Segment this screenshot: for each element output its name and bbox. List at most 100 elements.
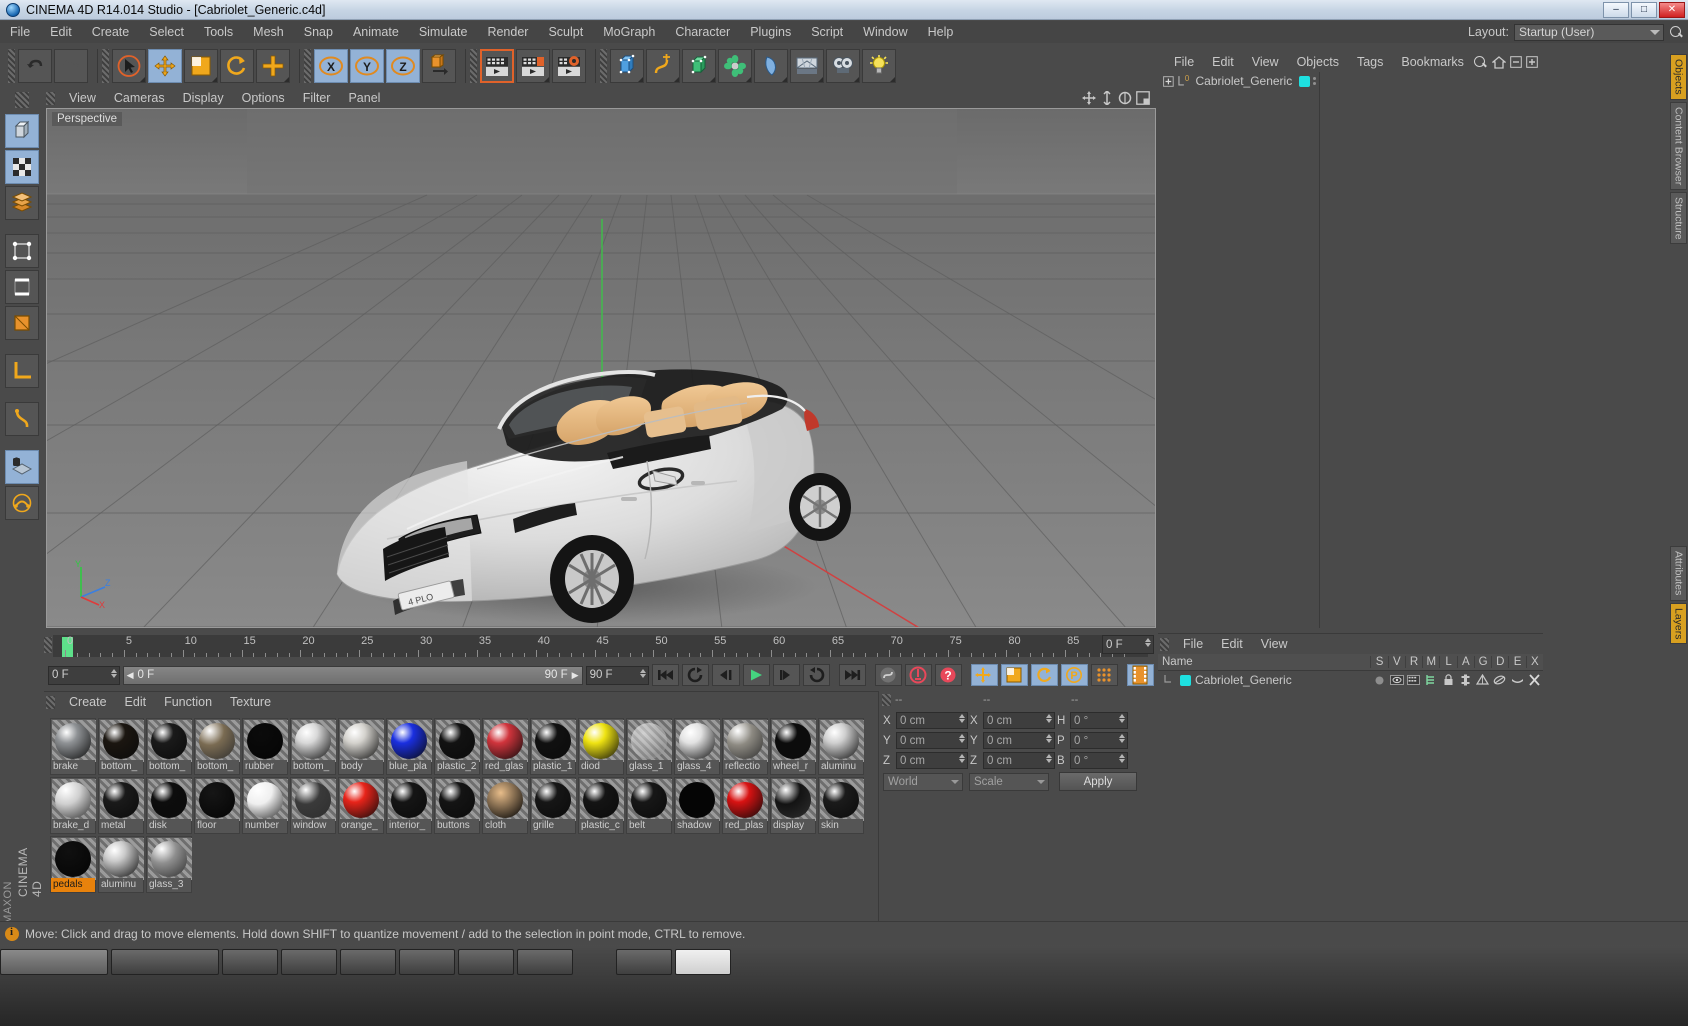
play-button[interactable] <box>742 664 770 686</box>
menu-mesh[interactable]: Mesh <box>243 21 294 43</box>
object-color-swatch[interactable] <box>1180 674 1191 686</box>
stepper-icon[interactable] <box>1046 754 1052 763</box>
menu-window[interactable]: Window <box>853 21 917 43</box>
collapse-icon[interactable] <box>1510 56 1522 68</box>
cell-d-deformer-icon[interactable] <box>1491 674 1508 686</box>
taskbar-item[interactable] <box>675 949 731 975</box>
max-frame-input[interactable]: 90 F <box>585 665 650 685</box>
edges-mode-button[interactable] <box>5 270 39 304</box>
world-object-coordinate-button[interactable] <box>422 48 456 83</box>
coord-pos-x-input[interactable]: 0 cm <box>896 712 968 729</box>
lock-x-axis-button[interactable]: X <box>314 48 348 83</box>
viewport-menu-cameras[interactable]: Cameras <box>105 88 174 108</box>
stepper-icon[interactable] <box>1119 754 1125 763</box>
manager-menu-edit[interactable]: Edit <box>1212 634 1252 654</box>
objects-menu-view[interactable]: View <box>1243 52 1288 72</box>
menu-snap[interactable]: Snap <box>294 21 343 43</box>
cell-s[interactable] <box>1371 676 1388 685</box>
material-menu-edit[interactable]: Edit <box>116 692 156 712</box>
material-swatch[interactable]: buttons <box>434 777 480 834</box>
material-swatch[interactable]: number <box>242 777 288 834</box>
material-swatch[interactable]: rubber <box>242 718 288 775</box>
workplane-button[interactable] <box>5 486 39 520</box>
render-view-button[interactable] <box>480 48 514 83</box>
rotate-tool-button[interactable] <box>220 48 254 83</box>
rotate-view-icon[interactable] <box>1118 91 1132 105</box>
taskbar-item[interactable] <box>111 949 219 975</box>
timeline-frame-field[interactable]: 0 F <box>1102 635 1154 654</box>
objects-menu-objects[interactable]: Objects <box>1288 52 1348 72</box>
stepper-icon[interactable] <box>959 754 965 763</box>
material-swatch[interactable]: bottom_ <box>290 718 336 775</box>
manager-menu-view[interactable]: View <box>1252 634 1297 654</box>
material-swatch[interactable]: window <box>290 777 336 834</box>
material-swatch[interactable]: belt <box>626 777 672 834</box>
material-swatch[interactable]: bottom_ <box>194 718 240 775</box>
material-swatch[interactable]: orange_ <box>338 777 384 834</box>
timeline-grip[interactable] <box>44 637 52 653</box>
stepper-icon[interactable] <box>959 734 965 743</box>
axis-mode-button[interactable] <box>5 354 39 388</box>
add-camera-object-button[interactable] <box>826 48 860 83</box>
menu-tools[interactable]: Tools <box>194 21 243 43</box>
material-swatch[interactable]: plastic_c <box>578 777 624 834</box>
taskbar-item[interactable] <box>340 949 396 975</box>
objects-menu-edit[interactable]: Edit <box>1203 52 1243 72</box>
material-swatch[interactable]: diod <box>578 718 624 775</box>
add-spline-object-button[interactable] <box>646 48 680 83</box>
viewport-menu-display[interactable]: Display <box>174 88 233 108</box>
search-icon[interactable] <box>1473 55 1488 70</box>
apply-button[interactable]: Apply <box>1059 772 1137 791</box>
key-parameter-button[interactable]: P <box>1060 664 1088 686</box>
material-swatch[interactable]: glass_1 <box>626 718 672 775</box>
redo-button[interactable] <box>54 48 88 83</box>
lock-y-axis-button[interactable]: Y <box>350 48 384 83</box>
stepper-icon[interactable] <box>959 714 965 723</box>
toolbar-grip[interactable] <box>102 48 109 83</box>
taskbar-item[interactable] <box>458 949 514 975</box>
material-swatch[interactable]: plastic_2 <box>434 718 480 775</box>
menu-render[interactable]: Render <box>477 21 538 43</box>
keyframe-selection-button[interactable]: ? <box>934 664 962 686</box>
size-mode-dropdown[interactable]: Scale <box>969 772 1049 791</box>
material-swatch[interactable]: interior_ <box>386 777 432 834</box>
material-swatch[interactable]: brake_d <box>50 777 96 834</box>
add-deformer-object-button[interactable] <box>718 48 752 83</box>
key-position-button[interactable] <box>970 664 998 686</box>
manager-menu-file[interactable]: File <box>1174 634 1212 654</box>
expand-icon[interactable] <box>1526 56 1538 68</box>
menu-script[interactable]: Script <box>801 21 853 43</box>
stepper-icon[interactable] <box>640 668 647 678</box>
range-left-arrow-icon[interactable]: ◀ <box>127 670 134 681</box>
record-active-objects-button[interactable] <box>874 664 902 686</box>
vtab-content-browser[interactable]: Content Browser <box>1669 101 1687 190</box>
cell-a-animation-icon[interactable] <box>1457 674 1474 686</box>
coordinate-system-dropdown[interactable]: World <box>883 772 963 791</box>
add-light-object-button[interactable] <box>862 48 896 83</box>
object-color-swatch[interactable] <box>1299 75 1311 87</box>
toolbar-grip[interactable] <box>600 48 607 83</box>
material-swatch[interactable]: bottom_ <box>98 718 144 775</box>
cell-r-render-icon[interactable] <box>1405 675 1422 685</box>
autokeying-button[interactable] <box>904 664 932 686</box>
material-swatch[interactable]: reflectio <box>722 718 768 775</box>
toolbar-grip[interactable] <box>8 48 15 83</box>
viewport-menu-filter[interactable]: Filter <box>294 88 340 108</box>
maximize-button[interactable]: □ <box>1631 1 1657 18</box>
material-swatch[interactable]: blue_pla <box>386 718 432 775</box>
viewport-3d-canvas[interactable]: 4 PLO Perspective Y Z X <box>46 108 1156 628</box>
material-swatch[interactable]: body <box>338 718 384 775</box>
menu-select[interactable]: Select <box>139 21 194 43</box>
menu-character[interactable]: Character <box>665 21 740 43</box>
go-to-next-key-button[interactable] <box>802 664 830 686</box>
toolbar-grip[interactable] <box>304 48 311 83</box>
material-swatch[interactable]: plastic_1 <box>530 718 576 775</box>
vtab-layers[interactable]: Layers <box>1669 602 1687 645</box>
material-swatch[interactable]: floor <box>194 777 240 834</box>
object-tree-row[interactable]: 0 Cabriolet_Generic <box>1160 72 1319 90</box>
vtab-attributes[interactable]: Attributes <box>1669 546 1687 601</box>
expand-plus-icon[interactable] <box>1163 75 1174 87</box>
objects-menu-tags[interactable]: Tags <box>1348 52 1392 72</box>
viewport-menu-panel[interactable]: Panel <box>339 88 389 108</box>
material-menu-function[interactable]: Function <box>155 692 221 712</box>
